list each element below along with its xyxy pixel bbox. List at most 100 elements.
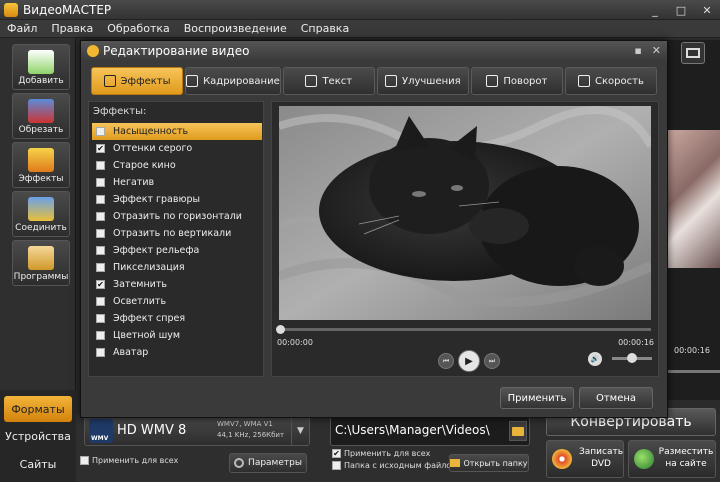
apply-button[interactable]: Применить [500,387,574,409]
app-logo-icon [4,2,18,17]
burn-dvd-button[interactable]: Записать DVD [546,440,624,478]
crop-icon [186,75,199,87]
timeline-handle[interactable] [276,325,285,334]
tab-formats[interactable]: Форматы [4,396,72,422]
main-preview-slider[interactable] [668,370,720,373]
menu-item-help[interactable]: Справка [294,22,356,35]
effect-checkbox[interactable] [96,348,105,357]
play-button[interactable]: ▶ [458,350,480,372]
speed-icon [578,75,591,87]
effect-item[interactable]: Негатив [92,174,262,191]
wmv-format-icon: WMV [89,419,113,443]
tab-sites[interactable]: Сайты [4,451,72,477]
join-button[interactable]: Соединить [12,191,70,237]
menu-item-playback[interactable]: Воспроизведение [177,22,294,35]
effect-checkbox[interactable] [96,229,105,238]
format-name: HD WMV 8 [117,423,187,438]
effect-item[interactable]: Цветной шум [92,327,262,344]
volume-handle[interactable] [627,353,637,363]
effect-checkbox[interactable]: ✔ [96,144,105,153]
effect-label: Затемнить [113,279,167,290]
effect-checkbox[interactable] [96,127,105,136]
effect-checkbox[interactable] [96,161,105,170]
tab-crop[interactable]: Кадрирование [185,67,281,95]
tab-effects[interactable]: Эффекты [91,67,184,95]
open-folder-button[interactable]: Открыть папку [449,454,529,472]
effect-checkbox[interactable] [96,263,105,272]
maximize-button[interactable]: □ [668,0,694,20]
format-dropdown-arrow[interactable]: ▼ [291,417,309,445]
tab-rotate[interactable]: Поворот [470,67,563,95]
menu-item-file[interactable]: Файл [0,22,44,35]
menu-item-edit[interactable]: Правка [44,22,100,35]
apply-all-output-checkbox[interactable]: ✔ [332,449,341,458]
volume-icon[interactable]: 🔊 [588,352,602,366]
minimize-button[interactable]: _ [642,0,668,20]
effect-label: Старое кино [113,160,176,171]
effect-item[interactable]: ✔ Затемнить [92,276,262,293]
effects-header: Эффекты: [93,106,147,117]
programs-button[interactable]: Программы [12,240,70,286]
effect-label: Осветлить [113,296,167,307]
timeline-slider[interactable] [276,325,651,334]
effect-checkbox[interactable] [96,212,105,221]
apply-all-output-row[interactable]: ✔ Применить для всех [332,449,430,458]
effect-item[interactable]: Эффект гравюры [92,191,262,208]
effects-button[interactable]: Эффекты [12,142,70,188]
effect-item[interactable]: Насыщенность [92,123,262,140]
effect-checkbox[interactable]: ✔ [96,280,105,289]
publish-label: Разместить на сайте [658,447,714,469]
prev-frame-button[interactable]: ⏮ [438,353,454,369]
tab-devices[interactable]: Устройства [4,423,72,449]
video-frame-image [279,106,651,320]
dvd-disc-icon [552,449,572,469]
effect-checkbox[interactable] [96,246,105,255]
cancel-button[interactable]: Отмена [579,387,653,409]
effect-checkbox[interactable] [96,195,105,204]
total-time: 00:00:16 [618,338,654,347]
parameters-button[interactable]: Параметры [229,453,307,473]
fullscreen-button[interactable] [681,42,705,64]
effect-item[interactable]: Эффект рельефа [92,242,262,259]
source-folder-checkbox[interactable] [332,461,341,470]
effect-label: Аватар [113,347,149,358]
apply-all-format-row[interactable]: Применить для всех [80,456,178,465]
effect-item[interactable]: ✔ Оттенки серого [92,140,262,157]
menu-item-process[interactable]: Обработка [100,22,176,35]
close-button[interactable]: ✕ [694,0,720,20]
tab-text[interactable]: Текст [282,67,375,95]
text-icon [305,75,318,87]
add-button[interactable]: Добавить [12,44,70,90]
tab-speed[interactable]: Скорость [564,67,657,95]
main-preview-time: 00:00:16 [674,346,710,355]
effect-item[interactable]: Отразить по вертикали [92,225,262,242]
trim-button[interactable]: Обрезать [12,93,70,139]
output-path-field[interactable]: C:\Users\Manager\Videos\ [330,416,530,446]
video-preview-area: 00:00:00 00:00:16 ⏮ ▶ ⏭ 🔊 [271,101,659,377]
dialog-titlebar: Редактирование видео ▪ ✕ [81,41,667,61]
effect-item[interactable]: Аватар [92,344,262,361]
apply-all-format-checkbox[interactable] [80,456,89,465]
effect-item[interactable]: Эффект спрея [92,310,262,327]
tab-enhance-label: Улучшения [401,75,461,87]
dialog-close-button[interactable]: ✕ [652,44,661,57]
wmv-badge: WMV [91,435,109,442]
format-codec-line1: WMV7, WMA V1 [217,420,273,428]
effect-label: Эффект рельефа [113,245,200,256]
effect-checkbox[interactable] [96,178,105,187]
effect-checkbox[interactable] [96,314,105,323]
next-frame-button[interactable]: ⏭ [484,353,500,369]
effect-item[interactable]: Отразить по горизонтали [92,208,262,225]
effect-item[interactable]: Осветлить [92,293,262,310]
effect-checkbox[interactable] [96,297,105,306]
dialog-minimize-button[interactable]: ▪ [634,44,641,57]
effect-item[interactable]: Пикселизация [92,259,262,276]
format-selector[interactable]: WMV HD WMV 8 WMV7, WMA V1 44,1 KHz, 256К… [84,416,310,446]
browse-folder-button[interactable] [509,421,527,441]
category-tabs: Форматы Устройства Сайты [0,390,76,482]
effect-item[interactable]: Старое кино [92,157,262,174]
tab-enhance[interactable]: Улучшения [376,67,469,95]
source-folder-row[interactable]: Папка с исходным файлом [332,461,457,470]
effect-checkbox[interactable] [96,331,105,340]
publish-to-site-button[interactable]: Разместить на сайте [628,440,716,478]
